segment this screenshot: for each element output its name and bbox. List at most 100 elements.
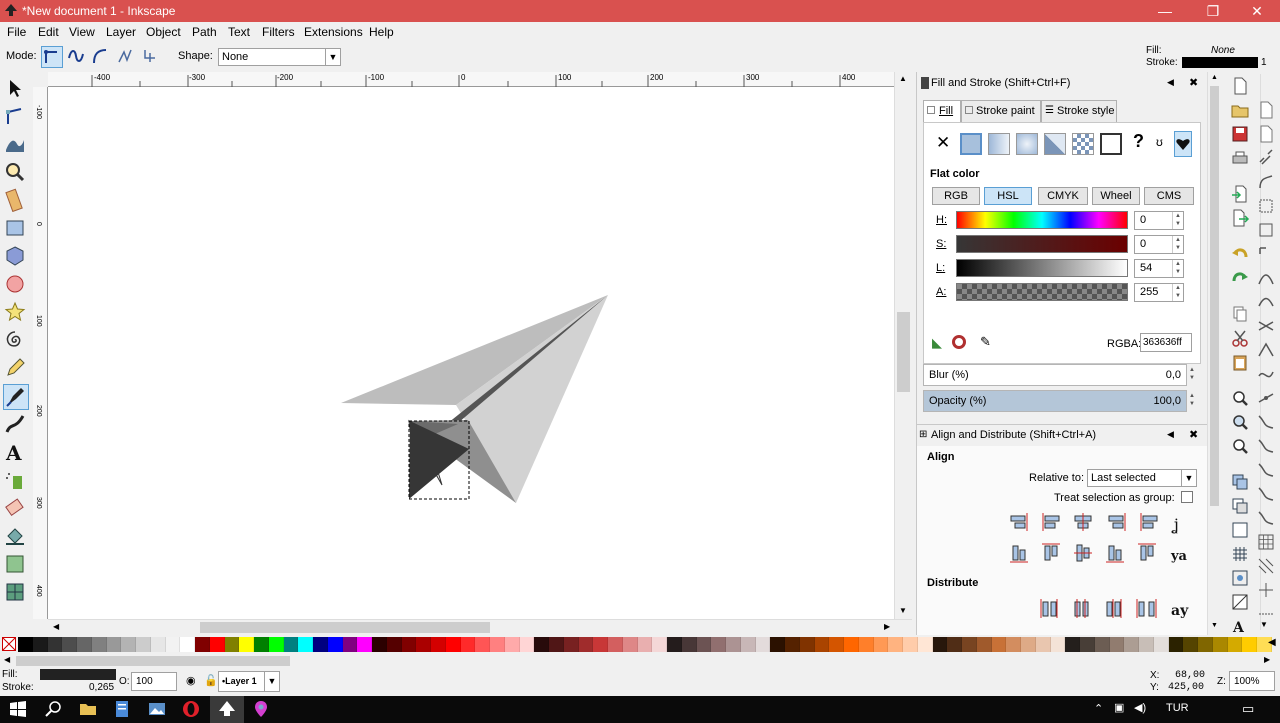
save-button[interactable] [1230, 124, 1252, 144]
palette-swatch[interactable] [490, 637, 505, 652]
palette-swatch[interactable] [268, 637, 284, 652]
scroll-right-icon[interactable]: ▶ [884, 622, 890, 631]
snap-midpoints-button[interactable] [1256, 388, 1278, 408]
palette-swatch[interactable] [976, 637, 992, 652]
scroll-up-icon[interactable]: ▲ [1211, 74, 1218, 81]
palette-swatch[interactable] [947, 637, 962, 652]
align-left-anchor-button[interactable] [1140, 513, 1158, 531]
layer-visibility-icon[interactable]: ◉ [186, 674, 196, 687]
hue-spinbox[interactable]: 0 ▲ ▼ [1134, 211, 1184, 230]
palette-swatch[interactable] [1109, 637, 1125, 652]
palette-swatch[interactable] [740, 637, 756, 652]
snap-nodes-button[interactable] [1256, 268, 1278, 288]
palette-swatch[interactable] [1050, 637, 1066, 652]
paste-button[interactable] [1230, 352, 1252, 372]
palette-swatch[interactable] [917, 637, 933, 652]
status-stroke-width[interactable]: 0,265 [89, 682, 114, 693]
palette-swatch[interactable] [386, 637, 402, 652]
zoom-tool[interactable] [3, 160, 29, 186]
menu-view[interactable]: View [69, 25, 95, 39]
blur-field[interactable]: Blur (%) 0,0 [923, 364, 1187, 386]
palette-swatch[interactable] [903, 637, 918, 652]
print-setup-button[interactable] [1256, 124, 1278, 144]
palette-swatch[interactable] [1227, 637, 1243, 652]
tab-fill[interactable]: Fill [923, 100, 961, 122]
snap-rotation-center-button[interactable] [1256, 436, 1278, 456]
align-top-edges-button[interactable] [1042, 543, 1060, 561]
paint-bucket-tool[interactable] [3, 524, 29, 550]
stroke-indicator-swatch[interactable] [1182, 57, 1258, 68]
center-horizontal-axis-button[interactable] [1074, 544, 1092, 562]
hscroll-thumb[interactable] [200, 622, 490, 633]
palette-swatch[interactable] [150, 637, 166, 652]
input-language[interactable]: TUR [1166, 702, 1189, 714]
snap-grids-button[interactable] [1256, 508, 1278, 528]
menu-text[interactable]: Text [228, 25, 250, 39]
palette-swatch[interactable] [401, 637, 417, 652]
palette-swatch[interactable] [991, 637, 1007, 652]
canvas-horizontal-scrollbar[interactable]: ◀ ▶ [48, 619, 912, 635]
gradient-tool[interactable] [3, 552, 29, 578]
palette-swatch[interactable] [799, 637, 815, 652]
palette-swatch[interactable] [755, 637, 771, 652]
snap-text-baseline-button[interactable] [1256, 460, 1278, 480]
spin-arrows-icon[interactable]: ▲ ▼ [1172, 284, 1183, 301]
fill-rule-nonzero-button[interactable] [1174, 131, 1192, 157]
status-stroke-swatch[interactable] [40, 681, 88, 693]
palette-swatch[interactable] [254, 637, 269, 652]
fill-rule-evenodd-icon[interactable]: ʊ [1156, 135, 1163, 149]
scroll-down-icon[interactable]: ▼ [1211, 622, 1218, 629]
treat-group-checkbox[interactable] [1181, 491, 1193, 503]
saturation-slider[interactable] [956, 235, 1128, 253]
export-button[interactable] [1230, 208, 1252, 228]
distribute-centers-button[interactable] [1074, 599, 1089, 618]
close-button[interactable]: ✕ [1234, 0, 1280, 22]
palette-swatch[interactable] [814, 637, 830, 652]
snap-guides-button[interactable] [1256, 532, 1278, 552]
snap-object-midpoints-button[interactable] [1256, 412, 1278, 432]
drawing-canvas[interactable] [48, 87, 894, 619]
palette-swatch[interactable] [445, 637, 461, 652]
palette-swatch[interactable] [932, 637, 948, 652]
align-top-anchor-button[interactable] [1138, 543, 1156, 561]
alpha-spinbox[interactable]: 255 ▲ ▼ [1134, 283, 1184, 302]
scroll-right-icon[interactable]: ▶ [1264, 655, 1270, 664]
scroll-down-icon[interactable]: ▼ [1260, 620, 1268, 629]
palette-swatch[interactable] [770, 637, 785, 652]
scroll-up-icon[interactable]: ▲ [899, 74, 907, 83]
snap-bbox-edges-button[interactable] [1256, 220, 1278, 240]
palette-swatch[interactable] [622, 637, 638, 652]
palette-swatch[interactable] [239, 637, 254, 652]
palette-swatch[interactable] [91, 637, 107, 652]
duplicate-button[interactable] [1230, 472, 1252, 492]
tweak-tool[interactable] [3, 132, 29, 158]
open-button[interactable] [1230, 100, 1252, 120]
align-baseline-button[interactable]: ʝ [1171, 515, 1179, 534]
node-tool[interactable] [3, 104, 29, 130]
palette-scrollbar[interactable]: ◀ ▶ [0, 654, 1280, 668]
palette-swatch[interactable] [1198, 637, 1213, 652]
opera-browser-icon[interactable] [181, 699, 201, 719]
palette-swatch[interactable] [785, 637, 800, 652]
swatch-button[interactable] [1100, 133, 1122, 155]
spin-arrows-icon[interactable]: ▲ ▼ [1172, 236, 1183, 253]
palette-swatch[interactable] [1094, 637, 1110, 652]
palette-swatch[interactable] [475, 637, 490, 652]
palette-swatch[interactable] [1183, 637, 1198, 652]
vscroll-thumb[interactable] [897, 312, 910, 392]
palette-swatch[interactable] [726, 637, 741, 652]
color-managed-icon[interactable]: ◣ [932, 335, 942, 351]
center-vertical-axis-button[interactable] [1074, 513, 1092, 531]
snap-page-border-button[interactable] [1256, 484, 1278, 504]
palette-swatch[interactable] [1242, 637, 1257, 652]
spin-arrows-icon[interactable]: ▲ ▼ [1172, 212, 1183, 229]
palette-swatch[interactable] [1080, 637, 1095, 652]
rectangle-tool[interactable] [3, 216, 29, 242]
opacity-spin-icon[interactable]: ▲ ▼ [1189, 392, 1195, 408]
snap-bbox-corners-button[interactable] [1256, 244, 1278, 264]
scroll-left-icon[interactable]: ◀ [4, 655, 10, 664]
panel-close-icon[interactable]: ✖ [1189, 428, 1198, 441]
palette-swatch[interactable] [829, 637, 844, 652]
fill-indicator-value[interactable]: None [1211, 45, 1235, 56]
palette-swatch[interactable] [416, 637, 431, 652]
